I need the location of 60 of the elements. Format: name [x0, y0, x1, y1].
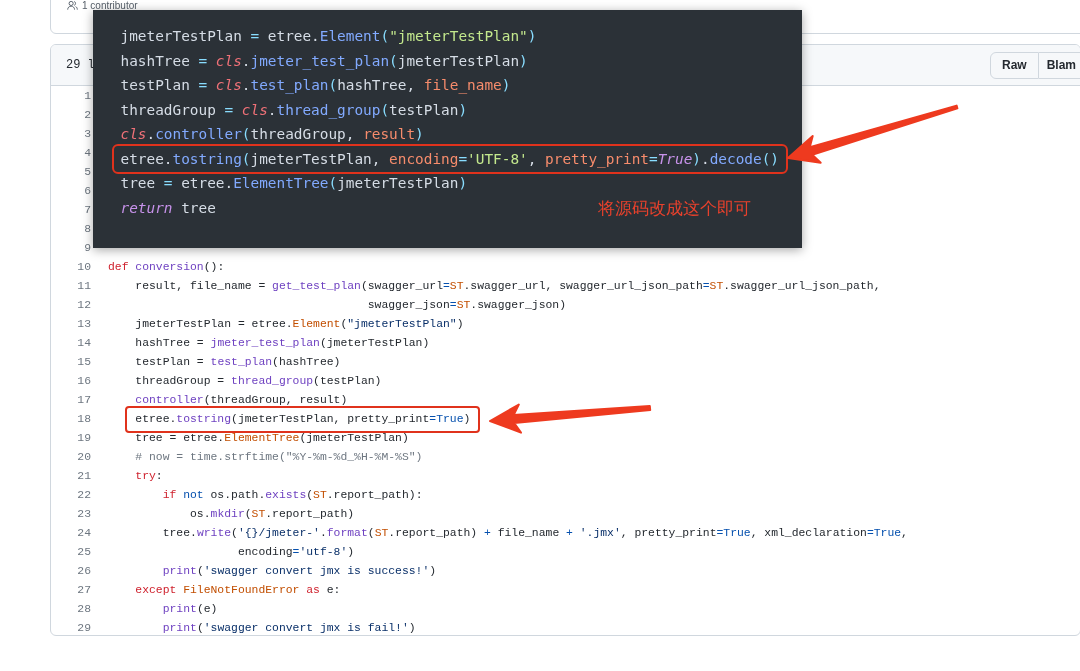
line-number: 14: [76, 336, 91, 351]
line-number: 25: [76, 545, 91, 560]
line-number: 19: [76, 431, 91, 446]
code-line: jmeterTestPlan = etree.Element("jmeterTestPlan"): [134, 317, 465, 332]
line-number: 18: [76, 412, 91, 427]
code-line: testPlan = test_plan(hashTree): [134, 355, 342, 370]
code-line: tree = etree.ElementTree(jmeterTestPlan): [119, 174, 469, 193]
code-line: print(e): [161, 602, 219, 617]
toolbar-button[interactable]: Blam: [1038, 51, 1080, 79]
code-line: swagger_json=ST.swagger_json): [366, 298, 567, 313]
line-number: 8: [83, 222, 91, 237]
people-icon: [67, 0, 78, 11]
code-line: except FileNotFoundError as e:: [134, 583, 342, 598]
code-line: hashTree = jmeter_test_plan(jmeterTestPlan): [134, 336, 431, 351]
code-line: hashTree = cls.jmeter_test_plan(jmeterTestPlan): [119, 51, 529, 72]
contributors-label[interactable]: 1 contributor: [82, 0, 138, 11]
code-line: controller(threadGroup, result): [134, 393, 349, 408]
line-number: 15: [76, 355, 91, 370]
code-line: jmeterTestPlan = etree.Element("jmeterTestPlan"): [119, 27, 538, 46]
line-number: 10: [76, 260, 91, 275]
line-number: 28: [76, 602, 91, 617]
line-number: 29: [76, 621, 91, 635]
code-line: testPlan = cls.test_plan(hashTree, file_name): [119, 76, 512, 96]
line-number: 2: [83, 108, 91, 123]
code-line: return tree: [119, 198, 217, 218]
line-number: 6: [83, 184, 91, 199]
code-line: print('swagger convert jmx is fail!'): [161, 621, 417, 635]
line-number: 27: [76, 583, 91, 598]
code-line: cls.controller(threadGroup, result): [119, 125, 425, 144]
code-line: # now = time.strftime("%Y-%m-%d_%H-%M-%S"): [134, 450, 424, 465]
line-number: 9: [83, 241, 91, 256]
line-number: 26: [76, 564, 91, 579]
code-line: if not os.path.exists(ST.report_path):: [161, 488, 424, 503]
line-number: 20: [76, 450, 91, 465]
code-line: threadGroup = cls.thread_group(testPlan): [119, 100, 469, 121]
code-line: result, file_name = get_test_plan(swagger_url=ST.swagger_url, swagger_url_json_path=ST.swagger_url_json_path,: [134, 279, 882, 294]
line-number: 11: [76, 279, 91, 294]
line-number: 23: [76, 507, 91, 522]
line-number: 16: [76, 374, 91, 389]
line-number: 3: [83, 127, 91, 142]
annotation-text: 将源码改成这个即可: [598, 198, 751, 220]
code-line: os.mkdir(ST.report_path): [189, 507, 356, 522]
code-line: print('swagger convert jmx is success!'): [161, 564, 438, 579]
line-number: 21: [76, 469, 91, 484]
toolbar-button[interactable]: Raw: [989, 51, 1039, 79]
line-number: 12: [76, 298, 91, 313]
code-line: tree = etree.ElementTree(jmeterTestPlan): [134, 431, 410, 446]
line-number: 17: [76, 393, 91, 408]
line-number: 5: [83, 165, 91, 180]
code-line: threadGroup = thread_group(testPlan): [134, 374, 383, 389]
line-number: 13: [76, 317, 91, 332]
line-number: 22: [76, 488, 91, 503]
code-line: encoding='utf-8'): [236, 545, 356, 560]
line-number: 24: [76, 526, 91, 541]
code-line: tree.write('{}/jmeter-'.format(ST.report_path) + file_name + '.jmx', pretty_print=True, xml_declaration=True,: [161, 526, 909, 541]
line-number: 4: [83, 146, 91, 161]
line-number: 7: [83, 203, 91, 218]
code-line: try:: [134, 469, 164, 484]
line-number: 1: [83, 89, 91, 104]
code-line: def conversion():: [107, 260, 226, 275]
